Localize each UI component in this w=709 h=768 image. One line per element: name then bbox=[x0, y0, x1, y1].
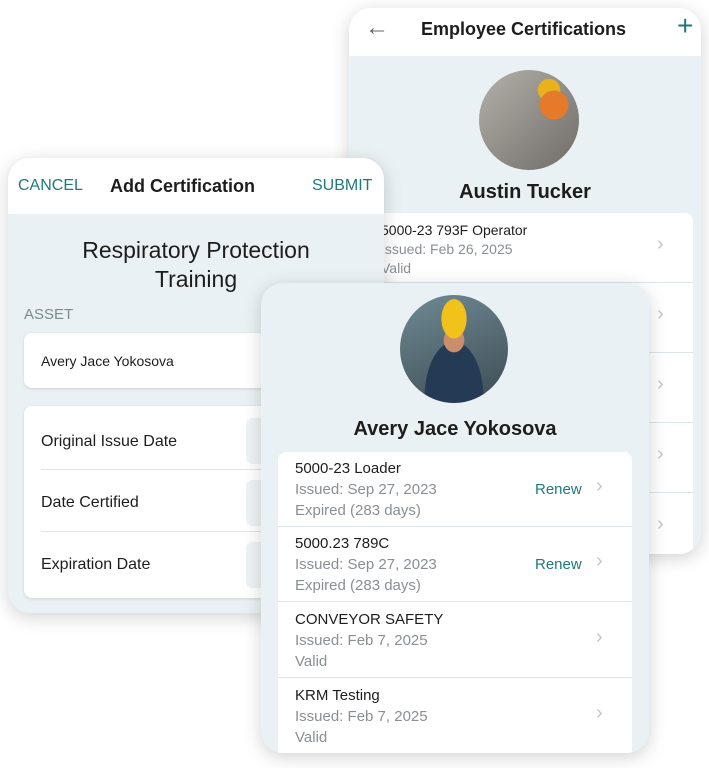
employee-name: Avery Jace Yokosova bbox=[353, 418, 557, 440]
chevron-right-icon: › bbox=[596, 550, 603, 572]
add-plus-icon[interactable]: + bbox=[677, 10, 693, 42]
cert-status: Expired (283 days) bbox=[295, 502, 421, 519]
cert-name: 5000.23 789C bbox=[295, 535, 390, 552]
chevron-right-icon: › bbox=[596, 702, 603, 724]
renew-button[interactable]: Renew bbox=[535, 481, 582, 498]
chevron-right-icon: › bbox=[596, 626, 603, 648]
cert-name: KRM Testing bbox=[295, 687, 380, 704]
cancel-button[interactable]: CANCEL bbox=[18, 177, 83, 195]
date-label: Original Issue Date bbox=[41, 433, 178, 450]
cert-list-item[interactable]: 5000.23 789C Issued: Sep 27, 2023 Expire… bbox=[278, 527, 632, 602]
cert-status: Valid bbox=[295, 729, 328, 746]
screen-title: Employee Certifications bbox=[421, 19, 627, 39]
screen-title: Add Certification bbox=[110, 176, 256, 196]
chevron-right-icon: › bbox=[657, 303, 664, 325]
cert-status: Valid bbox=[381, 260, 412, 276]
back-arrow-icon[interactable]: ← bbox=[365, 14, 389, 42]
cert-issued: Issued: Sep 27, 2023 bbox=[295, 481, 437, 498]
chevron-right-icon: › bbox=[657, 373, 664, 395]
date-label: Expiration Date bbox=[41, 556, 151, 573]
cert-issued: Issued: Feb 7, 2025 bbox=[295, 708, 428, 725]
chevron-right-icon: › bbox=[596, 475, 603, 497]
asset-label: ASSET bbox=[24, 306, 74, 323]
cert-name: CONVEYOR SAFETY bbox=[295, 611, 444, 628]
cert-status: Expired (283 days) bbox=[295, 577, 421, 594]
cert-name: 5000-23 793F Operator bbox=[381, 222, 528, 238]
cert-issued: Issued: Feb 7, 2025 bbox=[295, 632, 428, 649]
date-label: Date Certified bbox=[41, 494, 139, 511]
renew-button[interactable]: Renew bbox=[535, 556, 582, 573]
cert-list-item[interactable]: 5000-23 793F Operator Issued: Feb 26, 20… bbox=[365, 213, 693, 283]
asset-value: Avery Jace Yokosova bbox=[41, 353, 174, 369]
avatar bbox=[479, 70, 579, 170]
cert-list-item[interactable]: 5000-23 Loader Issued: Sep 27, 2023 Expi… bbox=[278, 452, 632, 527]
chevron-right-icon: › bbox=[657, 443, 664, 465]
employee-detail-screen: Avery Jace Yokosova 5000-23 Loader Issue… bbox=[261, 283, 649, 753]
cert-title-line1: Respiratory Protection bbox=[82, 237, 310, 263]
cert-list-item[interactable]: CONVEYOR SAFETY Issued: Feb 7, 2025 Vali… bbox=[278, 602, 632, 678]
chevron-right-icon: › bbox=[657, 513, 664, 535]
avatar bbox=[400, 295, 508, 403]
cert-issued: Issued: Feb 26, 2025 bbox=[381, 241, 513, 257]
cert-list-item[interactable]: KRM Testing Issued: Feb 7, 2025 Valid › bbox=[278, 678, 632, 753]
header: ← Employee Certifications + bbox=[349, 8, 701, 56]
cert-name: 5000-23 Loader bbox=[295, 460, 401, 477]
cert-status: Valid bbox=[295, 653, 328, 670]
submit-button[interactable]: SUBMIT bbox=[312, 177, 372, 195]
cert-issued: Issued: Sep 27, 2023 bbox=[295, 556, 437, 573]
chevron-right-icon: › bbox=[657, 233, 664, 255]
header: CANCEL Add Certification SUBMIT bbox=[8, 158, 384, 214]
employee-name: Austin Tucker bbox=[459, 181, 591, 203]
